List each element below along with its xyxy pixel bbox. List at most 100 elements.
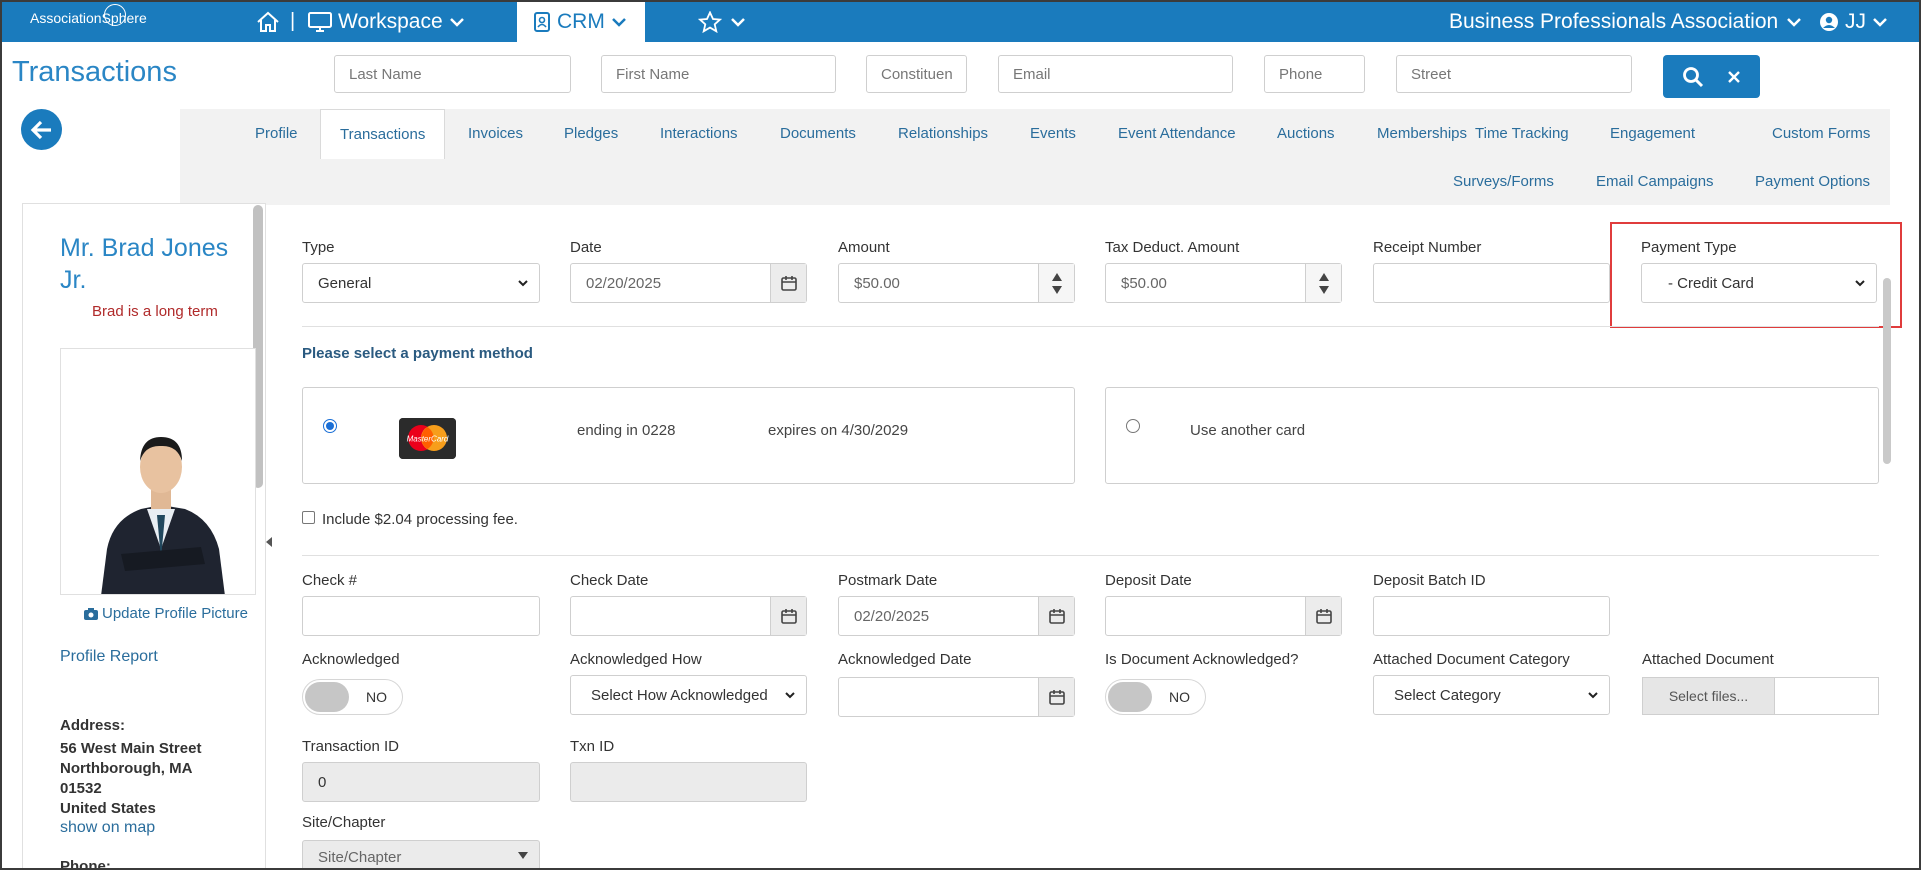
organization-name: Business Professionals Association xyxy=(1449,10,1779,33)
divider xyxy=(302,326,1879,327)
calendar-icon[interactable] xyxy=(1038,678,1074,716)
attached-document-input[interactable]: Select files... xyxy=(1642,677,1879,715)
calendar-icon[interactable] xyxy=(1038,597,1074,635)
tab-events[interactable]: Events xyxy=(1030,125,1076,142)
close-icon[interactable] xyxy=(1727,70,1741,84)
acknowledged-how-select[interactable]: Select How Acknowledged xyxy=(570,675,807,715)
svg-text:MasterCard: MasterCard xyxy=(407,435,449,444)
last-name-search-input[interactable]: Last Name xyxy=(334,55,571,93)
type-value: General xyxy=(318,274,372,292)
decrement-icon[interactable] xyxy=(1318,285,1329,294)
receipt-number-label: Receipt Number xyxy=(1373,239,1482,256)
acknowledged-toggle-text: NO xyxy=(366,689,387,705)
user-menu[interactable]: JJ xyxy=(1819,10,1888,34)
crm-menu[interactable]: CRM xyxy=(517,2,645,42)
another-card-option[interactable]: Use another card xyxy=(1105,387,1879,484)
chevron-down-icon xyxy=(731,18,745,27)
tab-email-campaigns[interactable]: Email Campaigns xyxy=(1596,173,1714,190)
tab-pledges[interactable]: Pledges xyxy=(564,125,618,142)
tab-relationships[interactable]: Relationships xyxy=(898,125,988,142)
top-navbar: AssociationSphere | Workspace CRM Busine… xyxy=(2,2,1919,42)
tab-surveys-forms[interactable]: Surveys/Forms xyxy=(1453,173,1554,190)
tab-memberships[interactable]: Memberships xyxy=(1377,125,1467,142)
amount-value: $50.00 xyxy=(854,274,900,292)
show-on-map-link[interactable]: show on map xyxy=(60,819,155,837)
tab-documents[interactable]: Documents xyxy=(780,125,856,142)
calendar-icon[interactable] xyxy=(770,597,806,635)
tab-invoices[interactable]: Invoices xyxy=(468,125,523,142)
chevron-down-icon xyxy=(518,280,528,287)
organization-menu[interactable]: Business Professionals Association xyxy=(1449,10,1802,34)
deposit-batch-id-input[interactable] xyxy=(1373,596,1610,636)
tab-event-attendance[interactable]: Event Attendance xyxy=(1118,125,1236,142)
amount-spinner[interactable] xyxy=(1038,264,1074,302)
first-name-search-input[interactable]: First Name xyxy=(601,55,836,93)
tax-deduct-amount-input[interactable]: $50.00 xyxy=(1105,263,1342,303)
update-profile-picture-link[interactable]: Update Profile Picture xyxy=(84,605,248,622)
address-line: 01532 xyxy=(60,780,102,797)
back-button[interactable] xyxy=(21,109,62,150)
tab-transactions[interactable]: Transactions xyxy=(320,109,446,159)
tab-profile[interactable]: Profile xyxy=(255,125,298,142)
type-select[interactable]: General xyxy=(302,263,540,303)
calendar-icon[interactable] xyxy=(1305,597,1341,635)
select-files-button[interactable]: Select files... xyxy=(1643,678,1775,714)
phone-search-input[interactable]: Phone xyxy=(1264,55,1365,93)
email-search-input[interactable]: Email xyxy=(998,55,1233,93)
page-title: Transactions xyxy=(12,56,177,88)
tab-engagement[interactable]: Engagement xyxy=(1610,125,1695,142)
transaction-id-label: Transaction ID xyxy=(302,738,399,755)
tab-interactions[interactable]: Interactions xyxy=(660,125,738,142)
collapse-panel-icon[interactable] xyxy=(266,537,272,547)
attached-document-category-value: Select Category xyxy=(1394,686,1501,704)
calendar-icon[interactable] xyxy=(770,264,806,302)
card-ending-text: ending in 0228 xyxy=(577,422,676,439)
acknowledged-date-input[interactable] xyxy=(838,677,1075,717)
site-chapter-select[interactable]: Site/Chapter xyxy=(302,840,540,868)
chevron-down-icon xyxy=(611,18,626,27)
processing-fee-checkbox[interactable] xyxy=(302,511,315,524)
tab-custom-forms[interactable]: Custom Forms xyxy=(1772,125,1870,142)
acknowledged-date-label: Acknowledged Date xyxy=(838,651,972,668)
txn-id-input[interactable] xyxy=(570,762,807,802)
favorites-menu[interactable] xyxy=(698,11,746,33)
tab-time-tracking[interactable]: Time Tracking xyxy=(1475,125,1569,142)
check-date-label: Check Date xyxy=(570,572,649,589)
increment-icon[interactable] xyxy=(1051,272,1062,281)
street-search-input[interactable]: Street xyxy=(1396,55,1632,93)
tax-spinner[interactable] xyxy=(1305,264,1341,302)
address-block: 56 West Main Street Northborough, MA 015… xyxy=(60,739,201,819)
attached-document-category-select[interactable]: Select Category xyxy=(1373,675,1610,715)
workspace-menu[interactable]: Workspace xyxy=(308,10,465,34)
transaction-id-input[interactable]: 0 xyxy=(302,762,540,802)
saved-card-option[interactable]: MasterCard ending in 0228 expires on 4/3… xyxy=(302,387,1075,484)
amount-input[interactable]: $50.00 xyxy=(838,263,1075,303)
app-logo[interactable]: AssociationSphere xyxy=(30,4,147,26)
main-scrollbar[interactable] xyxy=(1883,278,1891,464)
check-number-input[interactable] xyxy=(302,596,540,636)
check-date-input[interactable] xyxy=(570,596,807,636)
nav-separator: | xyxy=(290,10,296,32)
check-number-label: Check # xyxy=(302,572,358,589)
saved-card-radio[interactable] xyxy=(323,419,337,433)
workspace-label: Workspace xyxy=(338,10,443,33)
receipt-number-input[interactable] xyxy=(1373,263,1610,303)
tab-auctions[interactable]: Auctions xyxy=(1277,125,1335,142)
deposit-date-input[interactable] xyxy=(1105,596,1342,636)
chevron-down-icon xyxy=(449,18,464,27)
postmark-date-input[interactable]: 02/20/2025 xyxy=(838,596,1075,636)
tab-payment-options[interactable]: Payment Options xyxy=(1755,173,1870,190)
constituent-search-input[interactable]: Constituen xyxy=(866,55,967,93)
profile-report-link[interactable]: Profile Report xyxy=(60,648,158,666)
home-icon[interactable] xyxy=(256,11,280,38)
caret-down-icon xyxy=(518,852,528,859)
acknowledged-toggle[interactable]: NO xyxy=(302,679,403,715)
card-expiry-text: expires on 4/30/2029 xyxy=(768,422,909,439)
decrement-icon[interactable] xyxy=(1051,285,1062,294)
search-icon[interactable] xyxy=(1682,66,1704,88)
another-card-radio[interactable] xyxy=(1126,419,1140,433)
date-input[interactable]: 02/20/2025 xyxy=(570,263,807,303)
increment-icon[interactable] xyxy=(1318,272,1329,281)
document-acknowledged-toggle[interactable]: NO xyxy=(1105,679,1206,715)
tax-deduct-amount-value: $50.00 xyxy=(1121,274,1167,292)
